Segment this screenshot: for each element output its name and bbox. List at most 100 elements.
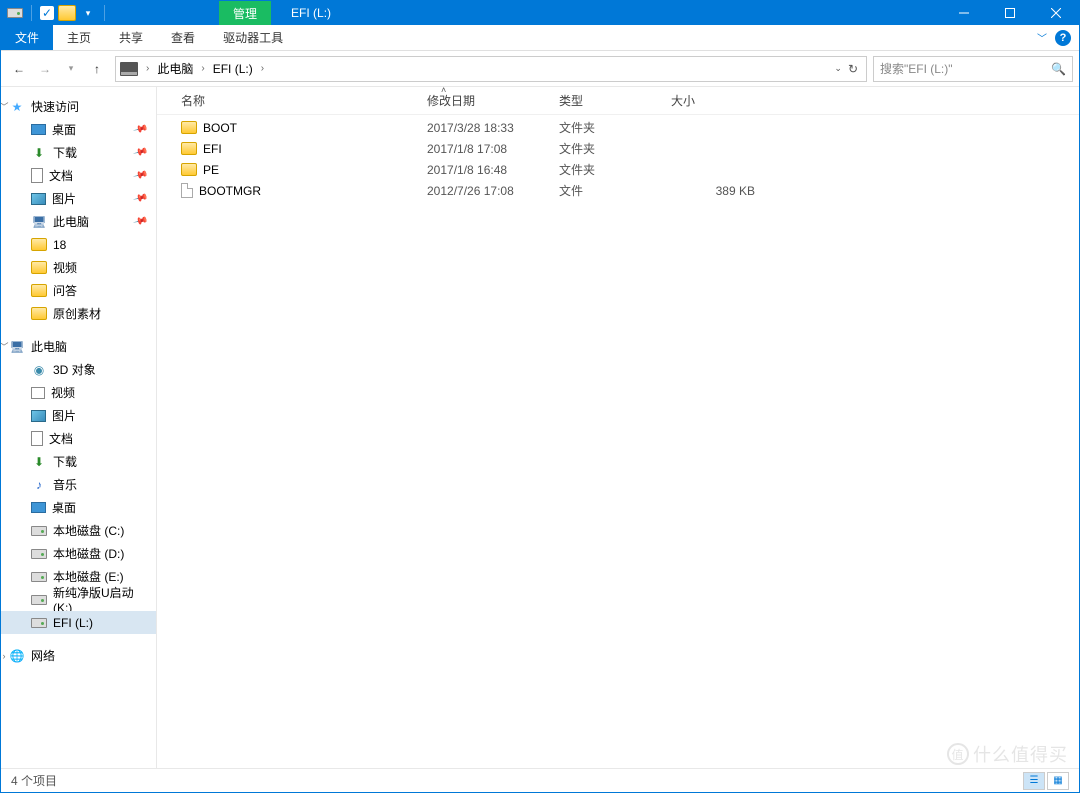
sidebar-item[interactable]: 新纯净版U启动 (K:) bbox=[1, 588, 156, 611]
search-icon[interactable]: 🔍 bbox=[1051, 62, 1066, 76]
chevron-right-icon[interactable]: › bbox=[257, 63, 268, 74]
tab-drive-tools[interactable]: 驱动器工具 bbox=[209, 25, 297, 50]
column-name[interactable]: 名称 bbox=[173, 92, 419, 109]
breadcrumb-this-pc[interactable]: 此电脑 bbox=[153, 60, 197, 77]
dropdown-icon[interactable]: ▾ bbox=[80, 5, 96, 21]
sidebar-item[interactable]: 视频 bbox=[1, 256, 156, 279]
column-type[interactable]: 类型 bbox=[551, 92, 663, 109]
up-button[interactable]: ↑ bbox=[85, 57, 109, 81]
tab-share[interactable]: 共享 bbox=[105, 25, 157, 50]
breadcrumb-current[interactable]: EFI (L:) bbox=[209, 62, 257, 76]
sidebar-item[interactable]: ⬇下载 bbox=[1, 450, 156, 473]
file-row[interactable]: BOOTMGR2012/7/26 17:08文件389 KB bbox=[157, 180, 1079, 201]
navigation-pane[interactable]: ﹀ ★ 快速访问 桌面📌⬇下载📌文档📌图片📌🖥此电脑📌18视频问答原创素材 ﹀ … bbox=[1, 87, 157, 768]
tab-file[interactable]: 文件 bbox=[1, 25, 53, 50]
folder-icon bbox=[31, 261, 47, 274]
file-date-cell: 2017/3/28 18:33 bbox=[419, 121, 551, 135]
chevron-down-icon[interactable]: ﹀ bbox=[1, 100, 9, 113]
desktop-icon bbox=[31, 502, 46, 513]
minimize-button[interactable] bbox=[941, 1, 987, 25]
sidebar-item[interactable]: 问答 bbox=[1, 279, 156, 302]
column-date[interactable]: 修改日期 bbox=[419, 92, 551, 109]
chevron-right-icon[interactable]: › bbox=[142, 63, 153, 74]
sidebar-item-label: 下载 bbox=[53, 144, 77, 161]
sidebar-item-label: 18 bbox=[53, 238, 66, 252]
sidebar-this-pc[interactable]: ﹀ 🖥 此电脑 bbox=[1, 335, 156, 358]
chevron-down-icon[interactable]: ﹀ bbox=[1, 340, 9, 353]
sidebar-item[interactable]: ◉3D 对象 bbox=[1, 358, 156, 381]
context-tab-manage[interactable]: 管理 bbox=[219, 1, 271, 25]
sidebar-item[interactable]: 图片📌 bbox=[1, 187, 156, 210]
sort-indicator-icon: ˄ bbox=[441, 85, 446, 95]
sidebar-item[interactable]: EFI (L:) bbox=[1, 611, 156, 634]
file-content-area: ˄ 名称 修改日期 类型 大小 BOOT2017/3/28 18:33文件夹EF… bbox=[157, 87, 1079, 768]
body: ﹀ ★ 快速访问 桌面📌⬇下载📌文档📌图片📌🖥此电脑📌18视频问答原创素材 ﹀ … bbox=[1, 87, 1079, 768]
sidebar-quick-access[interactable]: ﹀ ★ 快速访问 bbox=[1, 95, 156, 118]
sidebar-item[interactable]: 本地磁盘 (D:) bbox=[1, 542, 156, 565]
pc-icon: 🖥 bbox=[9, 339, 25, 355]
file-row[interactable]: EFI2017/1/8 17:08文件夹 bbox=[157, 138, 1079, 159]
tab-home[interactable]: 主页 bbox=[53, 25, 105, 50]
sidebar-item[interactable]: ⬇ 下载 📌 bbox=[1, 141, 156, 164]
sidebar-item[interactable]: ♪音乐 bbox=[1, 473, 156, 496]
quick-access-toolbar: ✓ ▾ bbox=[1, 5, 109, 21]
file-name-cell: EFI bbox=[173, 142, 419, 156]
icons-view-button[interactable]: ▦ bbox=[1047, 772, 1069, 790]
sidebar-item[interactable]: 本地磁盘 (C:) bbox=[1, 519, 156, 542]
down-icon: ⬇ bbox=[31, 145, 47, 161]
window-title: EFI (L:) bbox=[291, 6, 331, 20]
file-name-cell: BOOTMGR bbox=[173, 183, 419, 198]
drive-icon bbox=[7, 5, 23, 21]
checkbox-icon[interactable]: ✓ bbox=[40, 6, 54, 20]
pic-icon bbox=[31, 410, 46, 422]
sidebar-item[interactable]: 桌面 bbox=[1, 496, 156, 519]
ribbon-expand-icon[interactable]: ﹀ bbox=[1037, 30, 1047, 45]
refresh-icon[interactable]: ↻ bbox=[848, 62, 858, 76]
sidebar-item[interactable]: 视频 bbox=[1, 381, 156, 404]
sidebar-item-label: 本地磁盘 (C:) bbox=[53, 522, 124, 539]
navigation-bar: ← → ▾ ↑ › 此电脑 › EFI (L:) › ⌄ ↻ 搜索"EFI (L… bbox=[1, 51, 1079, 87]
vid-icon bbox=[31, 387, 45, 399]
back-button[interactable]: ← bbox=[7, 57, 31, 81]
sidebar-item-label: 文档 bbox=[49, 430, 73, 447]
chevron-right-icon[interactable]: › bbox=[1, 651, 9, 661]
recent-dropdown[interactable]: ▾ bbox=[59, 57, 83, 81]
folder-icon bbox=[181, 142, 197, 155]
column-size[interactable]: 大小 bbox=[663, 92, 763, 109]
sidebar-item-label: 图片 bbox=[52, 407, 76, 424]
file-list[interactable]: BOOT2017/3/28 18:33文件夹EFI2017/1/8 17:08文… bbox=[157, 115, 1079, 768]
window-controls bbox=[941, 1, 1079, 25]
tab-view[interactable]: 查看 bbox=[157, 25, 209, 50]
folder-icon bbox=[31, 307, 47, 320]
file-row[interactable]: BOOT2017/3/28 18:33文件夹 bbox=[157, 117, 1079, 138]
sidebar-item[interactable]: 18 bbox=[1, 233, 156, 256]
folder-icon[interactable] bbox=[58, 5, 76, 21]
pic-icon bbox=[31, 193, 46, 205]
file-row[interactable]: PE2017/1/8 16:48文件夹 bbox=[157, 159, 1079, 180]
sidebar-item[interactable]: 桌面📌 bbox=[1, 118, 156, 141]
address-dropdown-icon[interactable]: ⌄ bbox=[834, 63, 842, 74]
help-icon[interactable]: ? bbox=[1055, 30, 1071, 46]
titlebar[interactable]: ✓ ▾ 管理 EFI (L:) bbox=[1, 1, 1079, 25]
sidebar-item-label: 下载 bbox=[53, 453, 77, 470]
details-view-button[interactable]: ☰ bbox=[1023, 772, 1045, 790]
maximize-button[interactable] bbox=[987, 1, 1033, 25]
address-bar[interactable]: › 此电脑 › EFI (L:) › ⌄ ↻ bbox=[115, 56, 867, 82]
sidebar-item[interactable]: 原创素材 bbox=[1, 302, 156, 325]
pin-icon: 📌 bbox=[132, 214, 148, 230]
close-button[interactable] bbox=[1033, 1, 1079, 25]
file-date-cell: 2017/1/8 16:48 bbox=[419, 163, 551, 177]
status-bar: 4 个项目 ☰ ▦ bbox=[1, 768, 1079, 792]
sidebar-item[interactable]: 🖥此电脑📌 bbox=[1, 210, 156, 233]
sidebar-item[interactable]: 图片 bbox=[1, 404, 156, 427]
forward-button[interactable]: → bbox=[33, 57, 57, 81]
sidebar-item[interactable]: 文档 bbox=[1, 427, 156, 450]
sidebar-network[interactable]: › 🌐 网络 bbox=[1, 644, 156, 667]
sidebar-item-label: 视频 bbox=[51, 384, 75, 401]
pin-icon: 📌 bbox=[132, 145, 148, 161]
search-input[interactable]: 搜索"EFI (L:)" 🔍 bbox=[873, 56, 1073, 82]
sidebar-item[interactable]: 文档📌 bbox=[1, 164, 156, 187]
pin-icon: 📌 bbox=[132, 168, 148, 184]
chevron-right-icon[interactable]: › bbox=[197, 63, 208, 74]
sidebar-item-label: 视频 bbox=[53, 259, 77, 276]
